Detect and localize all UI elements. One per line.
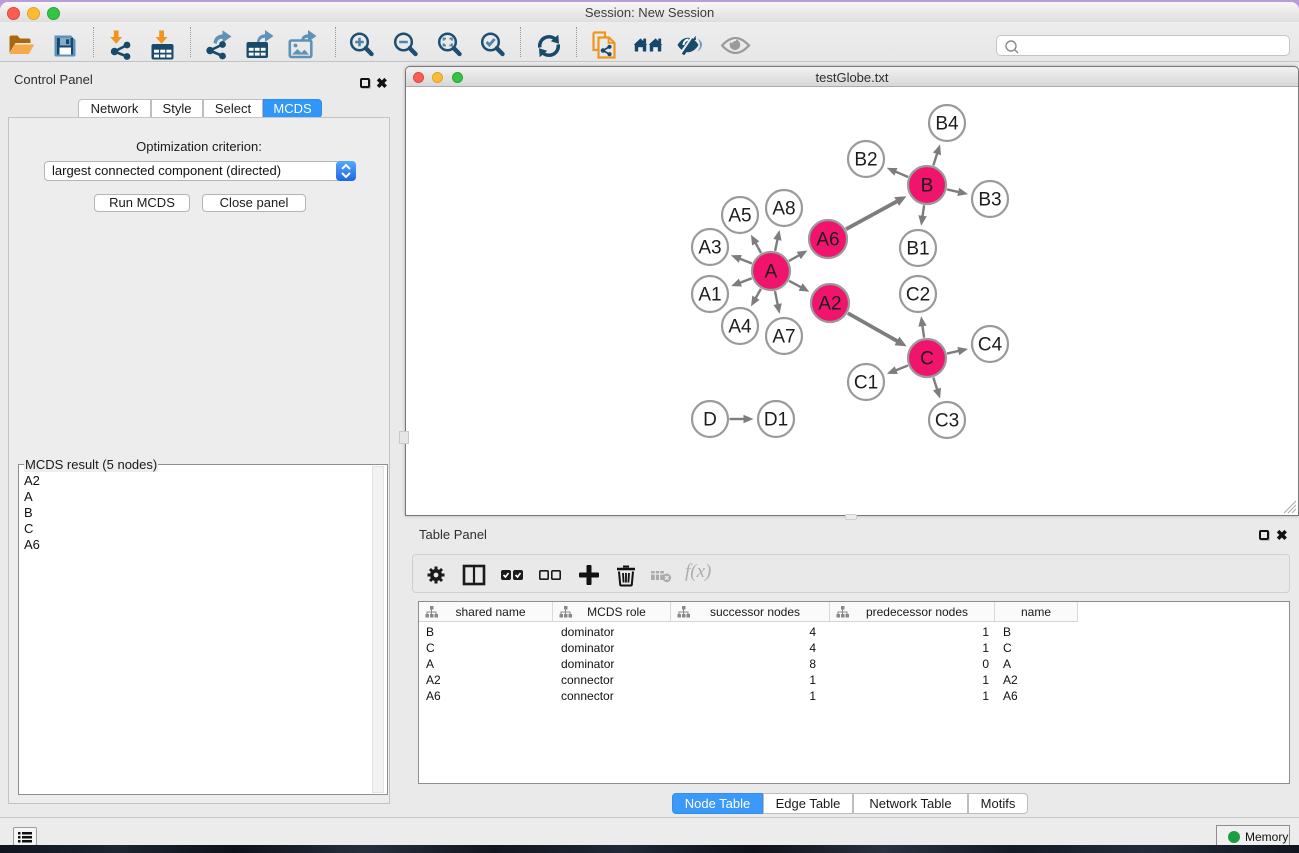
- svg-text:B4: B4: [935, 114, 959, 135]
- svg-text:D: D: [703, 410, 717, 431]
- svg-text:A2: A2: [818, 294, 841, 315]
- svg-text:B3: B3: [978, 190, 1001, 211]
- svg-text:C: C: [920, 349, 934, 370]
- svg-text:D1: D1: [764, 410, 788, 431]
- svg-text:C1: C1: [854, 373, 878, 394]
- svg-text:B: B: [921, 176, 934, 197]
- svg-text:A3: A3: [698, 238, 721, 259]
- svg-text:C2: C2: [906, 285, 930, 306]
- svg-text:A: A: [765, 262, 778, 283]
- svg-text:A6: A6: [816, 230, 839, 251]
- svg-text:B1: B1: [906, 239, 929, 260]
- svg-text:A4: A4: [728, 317, 752, 338]
- svg-text:C3: C3: [935, 411, 959, 432]
- svg-text:A7: A7: [772, 327, 795, 348]
- svg-text:B2: B2: [854, 150, 877, 171]
- svg-text:A1: A1: [698, 285, 721, 306]
- svg-text:A5: A5: [728, 206, 751, 227]
- svg-text:C4: C4: [978, 335, 1003, 356]
- svg-text:A8: A8: [772, 199, 795, 220]
